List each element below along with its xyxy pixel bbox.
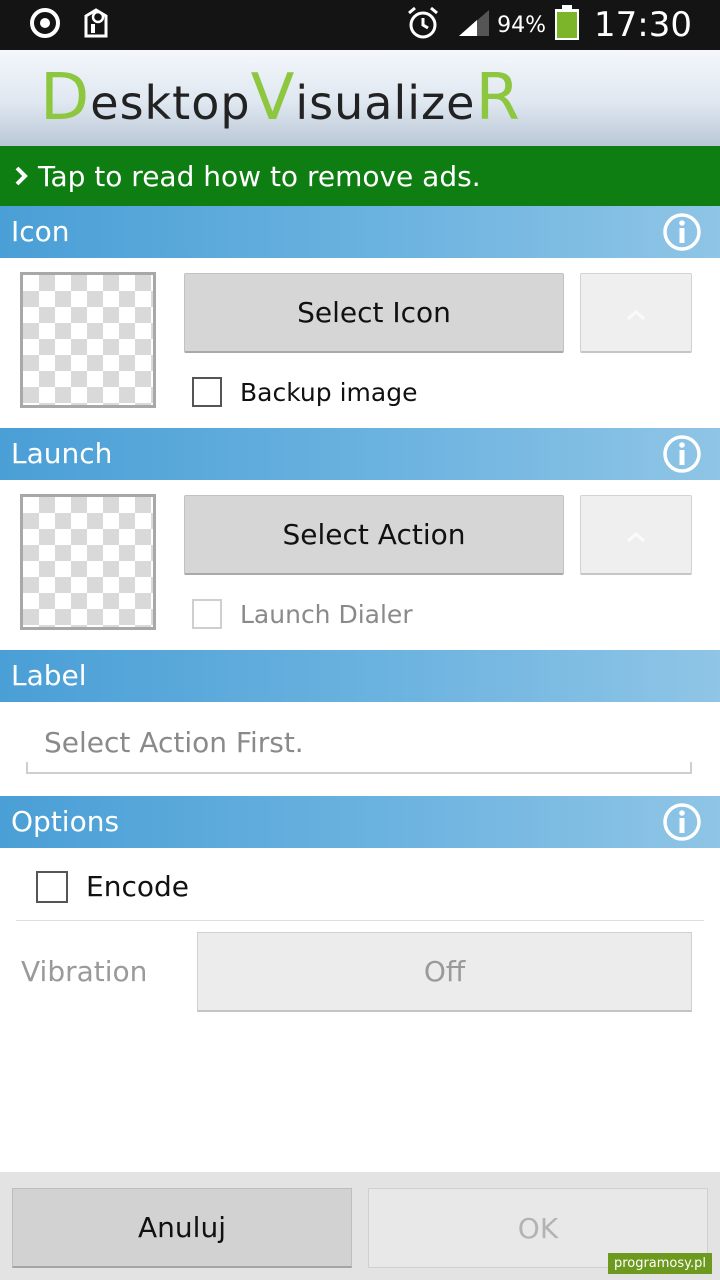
section-header-icon: Icon xyxy=(0,206,720,258)
sync-icon xyxy=(28,6,62,44)
section-header-options: Options xyxy=(0,796,720,848)
section-header-label: Label xyxy=(0,650,720,702)
info-icon[interactable] xyxy=(662,802,702,842)
section-header-launch: Launch xyxy=(0,428,720,480)
vibration-label: Vibration xyxy=(21,955,148,988)
alarm-icon xyxy=(405,5,441,45)
icon-expand-button[interactable] xyxy=(580,273,692,353)
select-icon-button[interactable]: Select Icon xyxy=(184,273,564,353)
chevron-right-icon xyxy=(14,166,28,186)
app-header: DesktopVisualizeR xyxy=(0,50,720,147)
logo-part-4: isualize xyxy=(295,76,476,130)
input-edge-right xyxy=(690,762,692,772)
logo-part-5: R xyxy=(475,61,521,135)
chevron-up-icon xyxy=(625,518,647,551)
battery-icon xyxy=(554,5,580,45)
launch-expand-button[interactable] xyxy=(580,495,692,575)
clock: 17:30 xyxy=(594,5,692,45)
launch-dialer-checkbox[interactable] xyxy=(192,599,222,629)
vibration-button[interactable]: Off xyxy=(197,932,692,1012)
ad-banner-text: Tap to read how to remove ads. xyxy=(38,159,481,193)
logo-part-1: D xyxy=(40,61,91,135)
select-action-button[interactable]: Select Action xyxy=(184,495,564,575)
section-title: Launch xyxy=(11,437,113,470)
signal-icon xyxy=(457,8,491,42)
launch-preview[interactable] xyxy=(20,494,156,630)
backup-image-row[interactable]: Backup image xyxy=(192,377,417,407)
input-edge-left xyxy=(26,762,28,772)
cancel-button[interactable]: Anuluj xyxy=(12,1188,352,1268)
logo-part-2: esktop xyxy=(90,76,251,130)
encode-checkbox[interactable] xyxy=(36,870,68,903)
status-bar: 94% 17:30 xyxy=(0,0,720,50)
battery-percent: 94% xyxy=(497,12,547,38)
app-logo: DesktopVisualizeR xyxy=(40,66,521,130)
info-icon[interactable] xyxy=(662,434,702,474)
section-title: Options xyxy=(11,805,120,838)
encode-label: Encode xyxy=(86,870,189,903)
status-right-icons: 94% 17:30 xyxy=(405,0,692,50)
encode-row[interactable]: Encode xyxy=(36,870,189,903)
logo-part-3: V xyxy=(250,61,296,135)
backup-image-checkbox[interactable] xyxy=(192,377,222,407)
info-icon[interactable] xyxy=(662,212,702,252)
launch-dialer-row[interactable]: Launch Dialer xyxy=(192,599,413,629)
watermark: programosy.pl xyxy=(607,1253,712,1274)
status-left-icons xyxy=(28,8,110,42)
label-input[interactable]: Select Action First. xyxy=(26,712,692,774)
backup-image-label: Backup image xyxy=(240,377,418,407)
section-title: Label xyxy=(11,659,87,692)
label-input-placeholder: Select Action First. xyxy=(44,726,304,759)
section-title: Icon xyxy=(11,215,70,248)
notification-icon xyxy=(82,6,110,44)
icon-preview[interactable] xyxy=(20,272,156,408)
chevron-up-icon xyxy=(625,296,647,329)
ad-banner[interactable]: Tap to read how to remove ads. xyxy=(0,146,720,206)
divider xyxy=(16,920,704,921)
launch-dialer-label: Launch Dialer xyxy=(240,599,413,629)
